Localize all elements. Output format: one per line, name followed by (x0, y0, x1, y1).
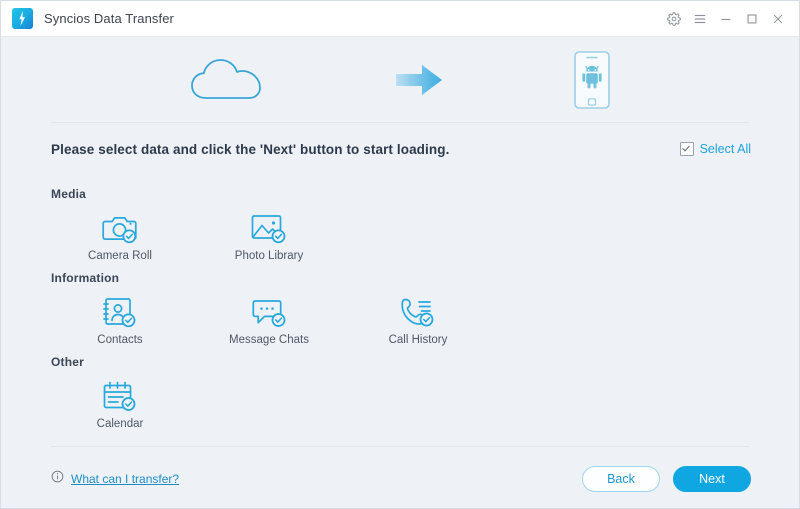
calendar-icon (45, 379, 195, 413)
minimize-icon[interactable] (713, 6, 739, 32)
divider-top (51, 122, 749, 123)
section-information: Information Contacts Message Chats Call … (51, 271, 751, 355)
data-type-label: Contacts (97, 334, 143, 346)
section-other: Other Calendar (51, 355, 751, 439)
data-type-message-chats[interactable]: Message Chats (194, 295, 344, 346)
back-button[interactable]: Back (582, 466, 660, 492)
section-items-information: Contacts Message Chats Call History (51, 295, 751, 355)
footer-bar: What can I transfer? Back Next (51, 463, 751, 495)
page-title: Please select data and click the 'Next' … (51, 141, 450, 157)
window-controls (661, 6, 799, 32)
title-bar: Syncios Data Transfer (1, 1, 799, 37)
section-media: Media Camera Roll Photo Library (51, 187, 751, 271)
data-type-photo-library[interactable]: Photo Library (194, 211, 344, 262)
transfer-flow-banner (1, 37, 799, 122)
footer-buttons: Back Next (582, 466, 751, 492)
select-all-label: Select All (699, 142, 751, 156)
arrow-right-icon (395, 62, 443, 98)
info-circle-icon (51, 470, 64, 488)
next-button[interactable]: Next (673, 466, 751, 492)
app-title: Syncios Data Transfer (44, 11, 174, 26)
select-all-toggle[interactable]: Select All (679, 142, 751, 156)
checkbox-checked-icon[interactable] (679, 142, 694, 156)
section-items-media: Camera Roll Photo Library (51, 211, 751, 271)
section-title-media: Media (51, 187, 87, 201)
data-type-camera-roll[interactable]: Camera Roll (45, 211, 195, 262)
instruction-row: Please select data and click the 'Next' … (51, 136, 751, 162)
section-title-information: Information (51, 271, 120, 285)
android-phone-icon (574, 50, 610, 109)
what-can-i-transfer-link[interactable]: What can I transfer? (51, 470, 179, 488)
data-type-call-history[interactable]: Call History (343, 295, 493, 346)
photo-library-icon (194, 211, 344, 245)
data-type-label: Calendar (96, 418, 144, 430)
phone-call-icon (343, 295, 493, 329)
section-title-other: Other (51, 355, 85, 369)
divider-bottom (51, 446, 749, 447)
hamburger-menu-icon[interactable] (687, 6, 713, 32)
maximize-icon[interactable] (739, 6, 765, 32)
contact-card-icon (45, 295, 195, 329)
data-type-calendar[interactable]: Calendar (45, 379, 195, 430)
data-type-label: Message Chats (229, 334, 309, 346)
data-type-label: Photo Library (234, 250, 304, 262)
close-icon[interactable] (765, 6, 791, 32)
data-type-label: Camera Roll (88, 250, 152, 262)
chat-bubble-icon (194, 295, 344, 329)
gear-icon[interactable] (661, 6, 687, 32)
help-link-label: What can I transfer? (71, 472, 180, 486)
app-window: Syncios Data Transfer Please select data… (0, 0, 800, 509)
data-type-label: Call History (388, 334, 448, 346)
cloud-icon (190, 54, 264, 106)
data-type-contacts[interactable]: Contacts (45, 295, 195, 346)
section-items-other: Calendar (51, 379, 751, 439)
camera-icon (45, 211, 195, 245)
syncios-logo-icon (12, 8, 33, 29)
